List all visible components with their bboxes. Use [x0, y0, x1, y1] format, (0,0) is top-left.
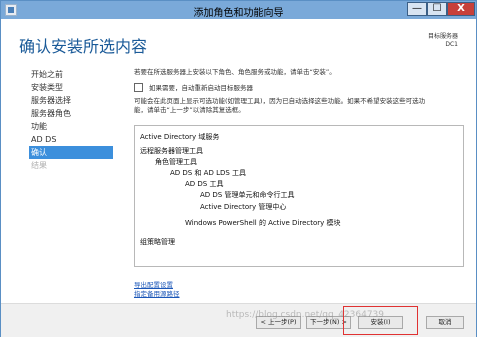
close-button[interactable]: X	[447, 2, 475, 16]
restart-checkbox[interactable]	[134, 82, 143, 92]
step-ad-ds[interactable]: AD DS	[31, 133, 116, 146]
restart-checkbox-label[interactable]: 如果需要，自动重新启动目标服务器	[149, 82, 253, 92]
title-bar[interactable]: 添加角色和功能向导 — ☐ X	[1, 1, 476, 19]
feature-item: 角色管理工具	[155, 158, 197, 166]
feature-item: AD DS 工具	[185, 180, 224, 188]
minimize-button[interactable]: —	[407, 2, 427, 16]
feature-item: 组策略管理	[140, 238, 175, 246]
cancel-button[interactable]: 取消	[426, 316, 464, 329]
feature-item: Active Directory 域服务	[140, 133, 220, 141]
selected-features-list[interactable]: Active Directory 域服务 远程服务器管理工具 角色管理工具 AD…	[134, 125, 464, 267]
step-before-you-begin[interactable]: 开始之前	[31, 68, 116, 81]
step-results: 结果	[31, 161, 47, 170]
wizard-steps-nav: 开始之前 安装类型 服务器选择 服务器角色 功能 AD DS 确认 结果	[29, 68, 116, 172]
page-title: 确认安装所选内容	[19, 37, 148, 56]
main-panel: 若要在所选服务器上安装以下角色、角色服务或功能，请单击“安装”。 如果需要，自动…	[134, 68, 464, 298]
step-installation-type[interactable]: 安装类型	[31, 81, 116, 94]
restart-option[interactable]: 如果需要，自动重新启动目标服务器	[134, 82, 253, 92]
wizard-window: 添加角色和功能向导 — ☐ X 确认安装所选内容 目标服务器 DC1 开始之前 …	[0, 0, 477, 337]
feature-item: 远程服务器管理工具	[140, 147, 203, 155]
info-line-1: 可能会在此页面上显示可选功能(如管理工具)，因为已自动选择这些功能。如果不希望安…	[134, 97, 426, 105]
target-server-label: 目标服务器	[427, 33, 458, 40]
window-title: 添加角色和功能向导	[193, 8, 284, 19]
alternate-source-link[interactable]: 指定备用源路径	[134, 288, 180, 298]
wizard-footer: < 上一步(P) 下一步(N) > 安装(I) 取消	[1, 303, 476, 337]
feature-item: AD DS 管理单元和命令行工具	[200, 191, 295, 199]
target-server-name: DC1	[445, 41, 458, 48]
step-server-roles[interactable]: 服务器角色	[31, 107, 116, 120]
feature-item: Windows PowerShell 的 Active Directory 模块	[185, 219, 341, 227]
step-server-selection[interactable]: 服务器选择	[31, 94, 116, 107]
target-server-info: 目标服务器 DC1	[428, 33, 458, 49]
instruction-text: 若要在所选服务器上安装以下角色、角色服务或功能，请单击“安装”。	[134, 68, 336, 76]
feature-item: AD DS 和 AD LDS 工具	[170, 169, 247, 177]
maximize-button[interactable]: ☐	[427, 2, 447, 16]
wizard-content: 确认安装所选内容 目标服务器 DC1 开始之前 安装类型 服务器选择 服务器角色…	[1, 19, 476, 337]
watermark-text: https://blog.csdn.net/qq_42364739	[226, 310, 385, 320]
feature-item: Active Directory 管理中心	[200, 203, 287, 211]
step-confirmation[interactable]: 确认	[29, 146, 113, 159]
optional-features-info: 可能会在此页面上显示可选功能(如管理工具)，因为已自动选择这些功能。如果不希望安…	[134, 97, 464, 115]
step-features[interactable]: 功能	[31, 120, 116, 133]
info-line-2: 能，请单击“上一步”以清除其复选框。	[134, 106, 245, 114]
